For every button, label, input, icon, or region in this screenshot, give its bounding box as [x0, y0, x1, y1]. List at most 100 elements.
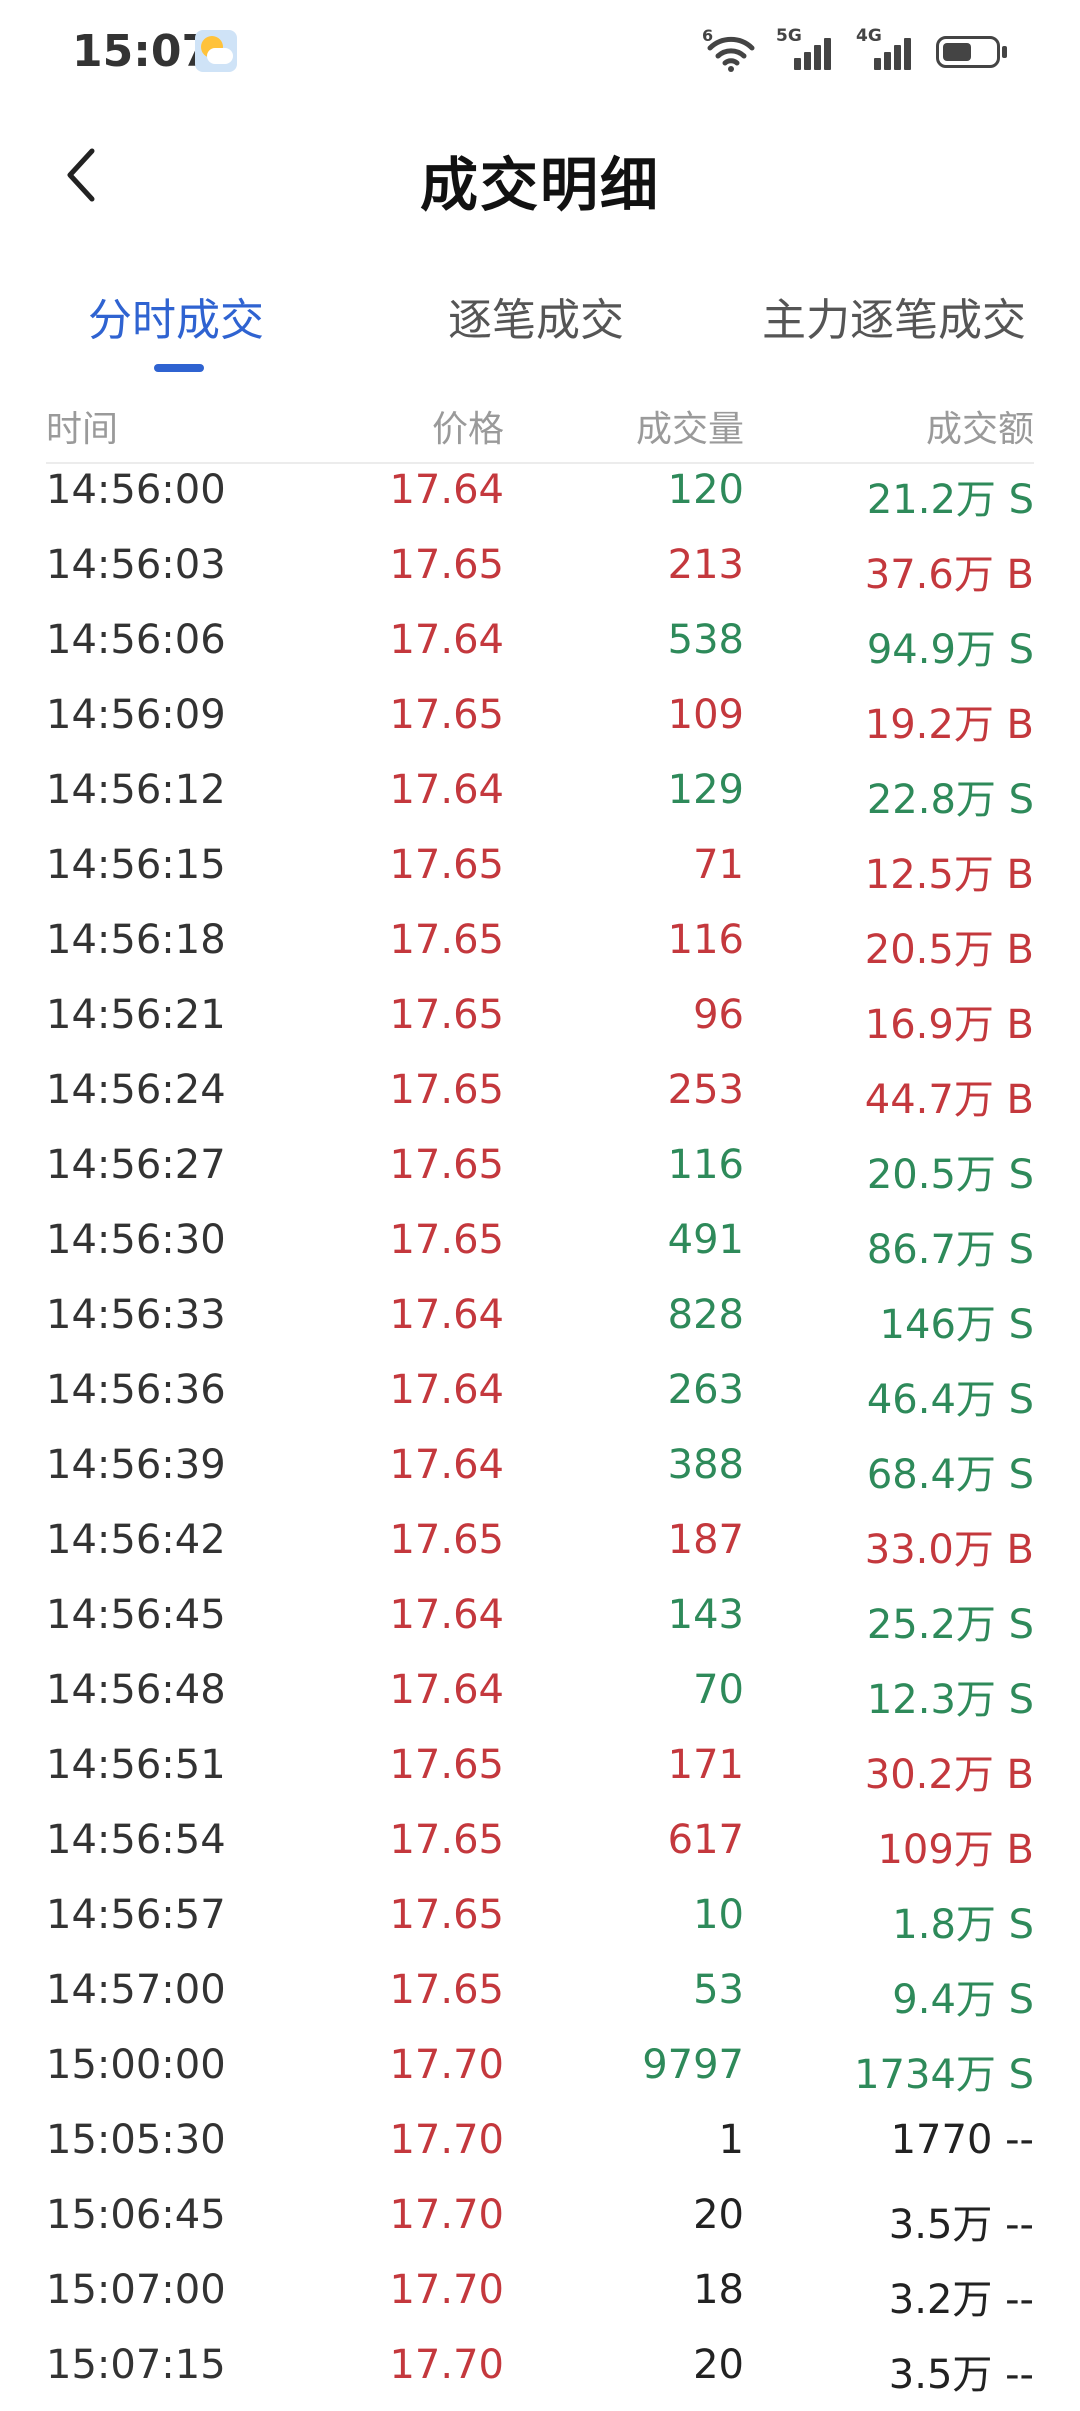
status-time: 15:07	[72, 26, 213, 77]
cell-amount: 44.7万 B	[864, 1077, 1034, 1123]
cell-time: 14:56:57	[46, 1892, 226, 1938]
table-row: 14:56:12 17.64 129 22.8万 S	[46, 761, 1034, 836]
column-amount: 成交额	[925, 409, 1034, 450]
cell-price: 17.65	[389, 842, 504, 888]
cell-price: 17.64	[389, 617, 504, 663]
table-row: 14:57:00 17.65 53 9.4万 S	[46, 1961, 1034, 2036]
cell-amount: 33.0万 B	[864, 1527, 1034, 1573]
tab-tick-by-tick[interactable]: 逐笔成交	[448, 284, 624, 348]
cell-price: 17.65	[389, 1142, 504, 1188]
cell-volume: 71	[693, 842, 744, 888]
table-row: 14:56:54 17.65 617 109万 B	[46, 1811, 1034, 1886]
table-row: 15:06:45 17.70 20 3.5万 --	[46, 2186, 1034, 2261]
table-row: 14:56:03 17.65 213 37.6万 B	[46, 536, 1034, 611]
cell-time: 14:56:48	[46, 1667, 226, 1713]
cell-time: 14:56:18	[46, 917, 226, 963]
cell-price: 17.64	[389, 1667, 504, 1713]
cell-time: 14:57:00	[46, 1967, 226, 2013]
table-row: 15:07:00 17.70 18 3.2万 --	[46, 2261, 1034, 2336]
column-time: 时间	[46, 409, 119, 450]
cell-volume: 96	[693, 992, 744, 1038]
cell-volume: 187	[667, 1517, 744, 1563]
cell-time: 15:06:45	[46, 2192, 226, 2238]
cell-volume: 253	[667, 1067, 744, 1113]
table-row: 15:05:30 17.70 1 1770 --	[46, 2111, 1034, 2186]
table-row: 14:56:33 17.64 828 146万 S	[46, 1286, 1034, 1361]
cell-amount: 25.2万 S	[866, 1602, 1034, 1648]
weather-icon	[195, 30, 237, 72]
cell-volume: 20	[693, 2342, 744, 2388]
cell-price: 17.64	[389, 1292, 504, 1338]
cell-amount: 37.6万 B	[864, 552, 1034, 598]
cell-amount: 109万 B	[877, 1827, 1034, 1873]
cell-amount: 30.2万 B	[864, 1752, 1034, 1798]
cell-time: 14:56:30	[46, 1217, 226, 1263]
cell-price: 17.65	[389, 1517, 504, 1563]
page-title: 成交明细	[419, 151, 660, 219]
signal-4g-icon: 4G	[856, 26, 918, 72]
table-row: 14:56:09 17.65 109 19.2万 B	[46, 686, 1034, 761]
table-row: 14:56:42 17.65 187 33.0万 B	[46, 1511, 1034, 1586]
cell-price: 17.65	[389, 1892, 504, 1938]
cell-time: 14:56:45	[46, 1592, 226, 1638]
cell-price: 17.64	[389, 1592, 504, 1638]
cell-price: 17.65	[389, 917, 504, 963]
cell-time: 14:56:09	[46, 692, 226, 738]
cell-volume: 116	[667, 1142, 744, 1188]
table-row: 14:56:57 17.65 10 1.8万 S	[46, 1886, 1034, 1961]
cell-volume: 617	[667, 1817, 744, 1863]
cell-price: 17.65	[389, 1742, 504, 1788]
table-row: 14:56:36 17.64 263 46.4万 S	[46, 1361, 1034, 1436]
cell-volume: 53	[693, 1967, 744, 2013]
column-volume: 成交量	[635, 409, 744, 450]
cell-amount: 16.9万 B	[864, 1002, 1034, 1048]
table-row: 14:56:00 17.64 120 21.2万 S	[46, 461, 1034, 536]
tab-time-sharing[interactable]: 分时成交	[88, 284, 264, 348]
cell-amount: 46.4万 S	[866, 1377, 1034, 1423]
cell-price: 17.65	[389, 1817, 504, 1863]
table-row: 14:56:06 17.64 538 94.9万 S	[46, 611, 1034, 686]
cell-time: 14:56:03	[46, 542, 226, 588]
cell-time: 14:56:36	[46, 1367, 226, 1413]
cell-amount: 146万 S	[879, 1302, 1034, 1348]
active-tab-indicator	[154, 364, 204, 372]
cell-time: 14:56:51	[46, 1742, 226, 1788]
table-row: 14:56:21 17.65 96 16.9万 B	[46, 986, 1034, 1061]
column-price: 价格	[431, 409, 504, 450]
cell-time: 14:56:15	[46, 842, 226, 888]
table-row: 14:56:48 17.64 70 12.3万 S	[46, 1661, 1034, 1736]
cell-amount: 1734万 S	[854, 2052, 1034, 2098]
cell-time: 14:56:39	[46, 1442, 226, 1488]
cell-time: 15:00:00	[46, 2042, 226, 2088]
tab-main-force-tick[interactable]: 主力逐笔成交	[762, 284, 1026, 348]
table-row: 14:56:30 17.65 491 86.7万 S	[46, 1211, 1034, 1286]
cell-volume: 538	[667, 617, 744, 663]
cell-amount: 12.5万 B	[864, 852, 1034, 898]
table-row: 14:56:24 17.65 253 44.7万 B	[46, 1061, 1034, 1136]
battery-icon	[936, 34, 1010, 70]
system-icons: 6 5G 4G	[702, 26, 1010, 72]
cell-price: 17.65	[389, 1067, 504, 1113]
cell-time: 14:56:12	[46, 767, 226, 813]
cell-volume: 109	[667, 692, 744, 738]
cell-volume: 491	[667, 1217, 744, 1263]
cell-amount: 3.2万 --	[888, 2277, 1034, 2323]
cell-volume: 388	[667, 1442, 744, 1488]
cell-amount: 19.2万 B	[864, 702, 1034, 748]
cell-price: 17.65	[389, 992, 504, 1038]
trade-list[interactable]: 14:56:00 17.64 120 21.2万 S 14:56:03 17.65 213 3…	[46, 461, 1034, 2411]
cell-amount: 12.3万 S	[866, 1677, 1034, 1723]
cell-amount: 1.8万 S	[892, 1902, 1034, 1948]
cell-time: 14:56:21	[46, 992, 226, 1038]
cell-price: 17.64	[389, 767, 504, 813]
cell-time: 14:56:33	[46, 1292, 226, 1338]
cell-volume: 213	[667, 542, 744, 588]
cell-volume: 18	[693, 2267, 744, 2313]
cell-volume: 171	[667, 1742, 744, 1788]
cell-amount: 86.7万 S	[866, 1227, 1034, 1273]
cell-volume: 20	[693, 2192, 744, 2238]
cell-price: 17.65	[389, 692, 504, 738]
cell-price: 17.70	[389, 2342, 504, 2388]
cell-amount: 3.5万 --	[888, 2202, 1034, 2248]
cell-volume: 116	[667, 917, 744, 963]
